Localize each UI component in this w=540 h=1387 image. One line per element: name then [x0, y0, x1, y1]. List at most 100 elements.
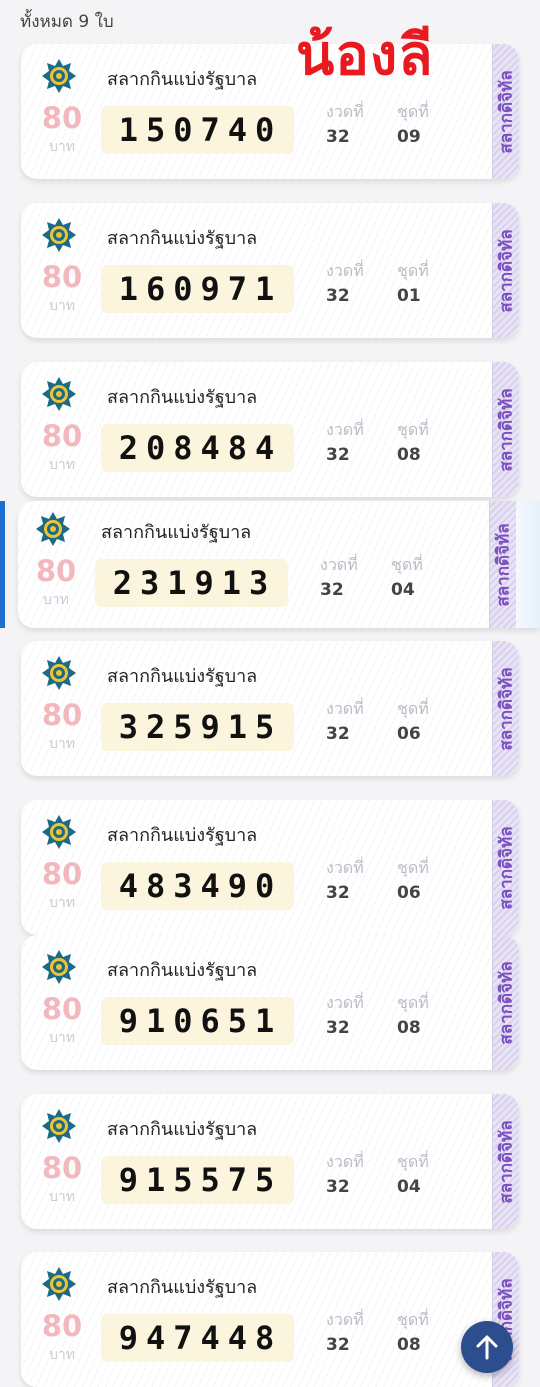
set-number: 01	[397, 286, 421, 306]
ticket-price: 80	[41, 1309, 83, 1343]
set-number: 08	[397, 1018, 421, 1038]
government-lottery-emblem-icon	[41, 1266, 77, 1302]
lottery-number: 947448	[101, 1314, 294, 1362]
set-label: ชุดที่	[397, 420, 429, 439]
lottery-ticket-card[interactable]: สลากดิจิทัล สลากกินแบ่งรัฐบาล 80 บาท 915575 ง…	[21, 1094, 519, 1229]
price-unit: บาท	[49, 457, 75, 473]
price-unit: บาท	[49, 1189, 75, 1205]
lottery-ticket-card[interactable]: สลากดิจิทัล สลากกินแบ่งรัฐบาล 80 บาท 231913 ง…	[18, 501, 540, 628]
ticket-price: 80	[41, 992, 83, 1026]
ticket-title: สลากกินแบ่งรัฐบาล	[107, 228, 258, 249]
ticket-stub: สลากดิจิทัล	[492, 1094, 519, 1229]
government-lottery-emblem-icon	[41, 814, 77, 850]
ticket-title: สลากกินแบ่งรัฐบาล	[107, 1277, 258, 1298]
owner-label: น้องลี	[296, 23, 434, 88]
ticket-title: สลากกินแบ่งรัฐบาล	[107, 825, 258, 846]
stub-text: สลากดิจิทัล	[496, 1119, 517, 1204]
ticket-stub: สลากดิจิทัล	[492, 935, 519, 1070]
government-lottery-emblem-icon	[41, 376, 77, 412]
ticket-title: สลากกินแบ่งรัฐบาล	[107, 960, 258, 981]
stub-text: สลากดิจิทัล	[496, 228, 517, 313]
draw-number: 32	[326, 1335, 350, 1355]
lottery-number: 915575	[101, 1156, 294, 1204]
draw-label: งวดที่	[326, 420, 364, 439]
ticket-title: สลากกินแบ่งรัฐบาล	[107, 1119, 258, 1140]
ticket-title: สลากกินแบ่งรัฐบาล	[107, 387, 258, 408]
set-number: 08	[397, 445, 421, 465]
draw-label: งวดที่	[326, 261, 364, 280]
stub-text: สลากดิจิทัล	[496, 825, 517, 910]
set-label: ชุดที่	[397, 993, 429, 1012]
price-unit: บาท	[49, 139, 75, 155]
government-lottery-emblem-icon	[41, 1108, 77, 1144]
ticket-title: สลากกินแบ่งรัฐบาล	[101, 522, 252, 543]
lottery-number: 325915	[101, 703, 294, 751]
price-unit: บาท	[49, 1347, 75, 1363]
lottery-number: 231913	[95, 559, 288, 607]
ticket-price: 80	[41, 101, 83, 135]
government-lottery-emblem-icon	[41, 58, 77, 94]
set-label: ชุดที่	[397, 858, 429, 877]
draw-label: งวดที่	[320, 555, 358, 574]
ticket-title: สลากกินแบ่งรัฐบาล	[107, 69, 258, 90]
ticket-stub: สลากดิจิทัล	[492, 44, 519, 179]
set-number: 06	[397, 724, 421, 744]
price-unit: บาท	[43, 592, 69, 608]
set-label: ชุดที่	[397, 102, 429, 121]
lottery-ticket-card[interactable]: สลากดิจิทัล สลากกินแบ่งรัฐบาล 80 บาท 947448 ง…	[21, 1252, 519, 1387]
ticket-price: 80	[41, 1151, 83, 1185]
price-unit: บาท	[49, 895, 75, 911]
set-label: ชุดที่	[397, 699, 429, 718]
ticket-stub: สลากดิจิทัล	[492, 641, 519, 776]
price-unit: บาท	[49, 1030, 75, 1046]
lottery-number: 160971	[101, 265, 294, 313]
government-lottery-emblem-icon	[41, 655, 77, 691]
ticket-price: 80	[41, 260, 83, 294]
set-number: 04	[391, 580, 415, 600]
scroll-to-top-button[interactable]	[461, 1321, 513, 1373]
draw-number: 32	[326, 724, 350, 744]
government-lottery-emblem-icon	[41, 949, 77, 985]
ticket-price: 80	[35, 554, 77, 588]
lottery-number: 483490	[101, 862, 294, 910]
stub-text: สลากดิจิทัล	[496, 69, 517, 154]
draw-number: 32	[326, 445, 350, 465]
price-unit: บาท	[49, 298, 75, 314]
ticket-stub: สลากดิจิทัล	[492, 362, 519, 497]
draw-number: 32	[326, 286, 350, 306]
lottery-ticket-card[interactable]: สลากดิจิทัล สลากกินแบ่งรัฐบาล 80 บาท 160971 ง…	[21, 203, 519, 338]
draw-number: 32	[326, 883, 350, 903]
selection-indicator	[0, 501, 5, 628]
draw-label: งวดที่	[326, 1152, 364, 1171]
lottery-ticket-card[interactable]: สลากดิจิทัล สลากกินแบ่งรัฐบาล 80 บาท 208484 ง…	[21, 362, 519, 497]
set-label: ชุดที่	[397, 1310, 429, 1329]
ticket-price: 80	[41, 698, 83, 732]
draw-number: 32	[320, 580, 344, 600]
draw-label: งวดที่	[326, 699, 364, 718]
lottery-number: 910651	[101, 997, 294, 1045]
lottery-number: 150740	[101, 106, 294, 154]
draw-label: งวดที่	[326, 1310, 364, 1329]
ticket-stub: สลากดิจิทัล	[492, 203, 519, 338]
lottery-ticket-card[interactable]: สลากดิจิทัล สลากกินแบ่งรัฐบาล 80 บาท 483490 ง…	[21, 800, 519, 935]
lottery-ticket-card[interactable]: สลากดิจิทัล สลากกินแบ่งรัฐบาล 80 บาท 910651 ง…	[21, 935, 519, 1070]
stub-text: สลากดิจิทัล	[493, 522, 514, 607]
draw-number: 32	[326, 127, 350, 147]
stub-text: สลากดิจิทัล	[496, 960, 517, 1045]
government-lottery-emblem-icon	[35, 511, 71, 547]
set-number: 09	[397, 127, 421, 147]
ticket-count: ทั้งหมด 9 ใบ	[20, 12, 114, 32]
lottery-ticket-card[interactable]: สลากดิจิทัล สลากกินแบ่งรัฐบาล 80 บาท 325915 ง…	[21, 641, 519, 776]
price-unit: บาท	[49, 736, 75, 752]
ticket-price: 80	[41, 857, 83, 891]
set-number: 06	[397, 883, 421, 903]
lottery-ticket-card[interactable]: สลากดิจิทัล สลากกินแบ่งรัฐบาล 80 บาท 150740 ง…	[21, 44, 519, 179]
set-number: 04	[397, 1177, 421, 1197]
arrow-up-icon	[476, 1335, 498, 1360]
draw-label: งวดที่	[326, 993, 364, 1012]
stub-text: สลากดิจิทัล	[496, 387, 517, 472]
set-number: 08	[397, 1335, 421, 1355]
draw-label: งวดที่	[326, 102, 364, 121]
ticket-title: สลากกินแบ่งรัฐบาล	[107, 666, 258, 687]
ticket-stub: สลากดิจิทัล	[492, 800, 519, 935]
